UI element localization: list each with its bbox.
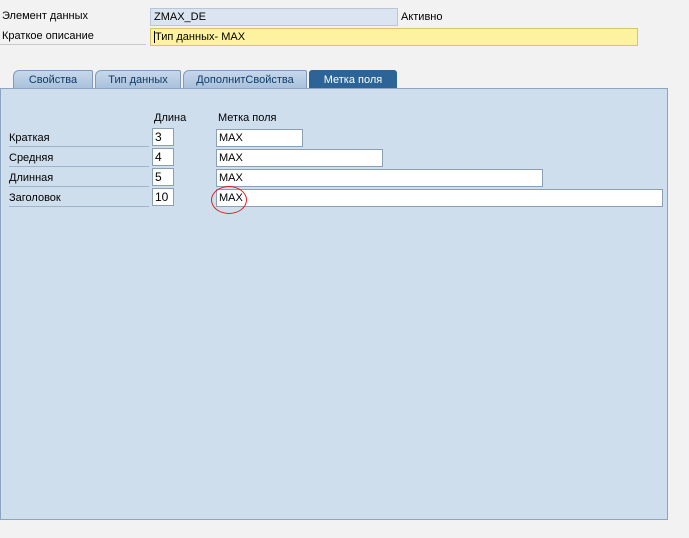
length-input-medium[interactable]: 4 [152, 148, 174, 166]
length-column-header: Длина [154, 112, 187, 124]
short-desc-label: Краткое описание [0, 28, 146, 45]
row-label-long: Длинная [9, 169, 149, 187]
element-name-field[interactable]: ZMAX_DE [150, 8, 398, 26]
length-input-long[interactable]: 5 [152, 168, 174, 186]
short-desc-value: Тип данных- MAX [155, 31, 246, 43]
tab-strip: Свойства Тип данных ДополнитСвойства Мет… [0, 70, 689, 88]
row-label-medium: Средняя [9, 149, 149, 167]
label-input-medium[interactable]: MAX [216, 149, 383, 167]
row-label-short: Краткая [9, 129, 149, 147]
label-column-header: Метка поля [218, 112, 277, 124]
label-input-long[interactable]: MAX [216, 169, 543, 187]
tab-additional-properties[interactable]: ДополнитСвойства [183, 70, 307, 88]
short-desc-field[interactable]: Тип данных- MAX [150, 28, 638, 46]
tab-properties[interactable]: Свойства [13, 70, 93, 88]
element-label: Элемент данных [2, 10, 89, 22]
field-label-panel: Длина Метка поля Краткая 3 MAX Средняя 4… [0, 88, 668, 520]
tab-data-type[interactable]: Тип данных [95, 70, 181, 88]
length-input-short[interactable]: 3 [152, 128, 174, 146]
label-input-short[interactable]: MAX [216, 129, 303, 147]
length-input-heading[interactable]: 10 [152, 188, 174, 206]
status-text: Активно [401, 11, 443, 23]
label-input-heading[interactable]: MAX [216, 189, 663, 207]
tab-field-label[interactable]: Метка поля [309, 70, 397, 88]
row-label-heading: Заголовок [9, 189, 149, 207]
